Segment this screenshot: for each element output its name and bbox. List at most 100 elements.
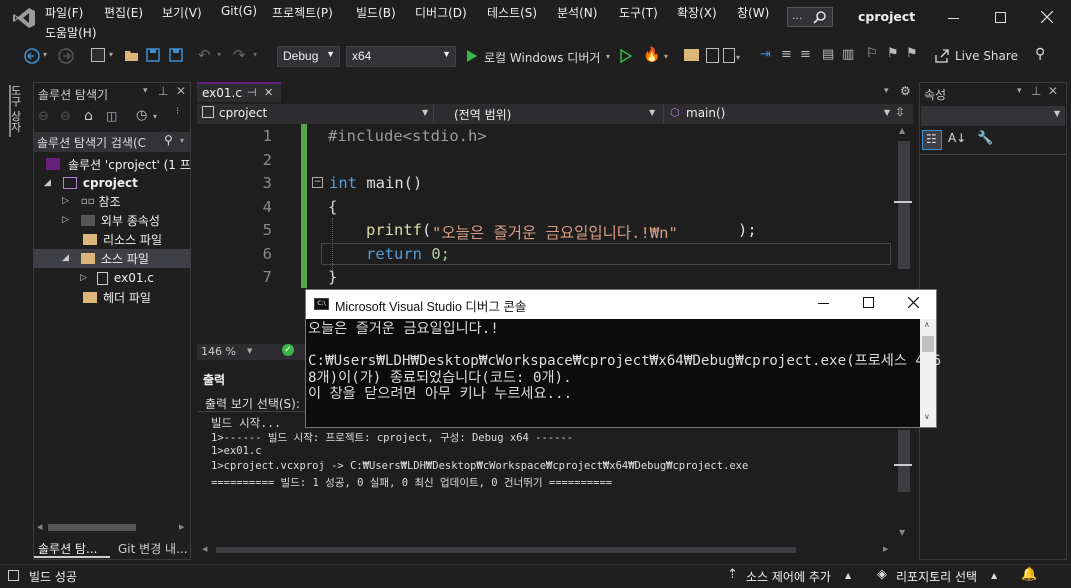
- collapse-arrow-icon[interactable]: ▷: [62, 215, 69, 225]
- sync-back-icon[interactable]: ⊖: [38, 109, 49, 124]
- source-control-button[interactable]: 소스 제어에 추가: [746, 568, 831, 585]
- search-icon[interactable]: ⚲: [164, 133, 173, 147]
- menu-debug[interactable]: 디버그(D): [415, 4, 467, 21]
- collapse-arrow-icon[interactable]: ▷: [80, 273, 87, 283]
- close-icon[interactable]: [1041, 11, 1053, 23]
- tree-external-deps[interactable]: ▷ 외부 종속성: [62, 211, 160, 229]
- align-left-icon[interactable]: ≡: [781, 47, 792, 62]
- nav-scope-select[interactable]: (전역 범위) ▼: [433, 105, 659, 123]
- output-horizontal-scrollbar[interactable]: ◀ ▶: [200, 545, 895, 555]
- tab-solution-explorer[interactable]: 솔루션 탐...: [34, 537, 110, 558]
- console-close-icon[interactable]: [908, 297, 919, 308]
- folder-icon[interactable]: [684, 49, 699, 61]
- menu-file[interactable]: 파일(F): [45, 4, 83, 21]
- panel-menu-icon[interactable]: ▾: [1017, 86, 1022, 96]
- step-icon[interactable]: ⇥: [760, 47, 771, 62]
- minimize-icon[interactable]: [948, 18, 959, 19]
- pin-icon[interactable]: ⊥: [158, 84, 168, 98]
- menu-test[interactable]: 테스트(S): [487, 4, 537, 21]
- bookmark-prev-icon[interactable]: ⚑: [887, 46, 899, 61]
- nav-project-select[interactable]: cproject ▼: [199, 105, 429, 123]
- new-project-icon[interactable]: [91, 48, 105, 62]
- run-button-label[interactable]: 로컬 Windows 디버거: [484, 49, 600, 66]
- save-all-icon[interactable]: [167, 48, 183, 62]
- live-share-button[interactable]: Live Share: [955, 49, 1018, 63]
- menu-project[interactable]: 프로젝트(P): [272, 4, 333, 21]
- menu-view[interactable]: 보기(V): [162, 4, 202, 21]
- home-icon[interactable]: ⌂: [84, 108, 93, 124]
- output-vertical-scrollbar[interactable]: ▼: [894, 412, 913, 542]
- clipboard-icon[interactable]: [706, 48, 719, 63]
- tree-header-files[interactable]: 헤더 파일: [83, 288, 151, 306]
- nav-function-select[interactable]: ⬡ main() ▼: [663, 105, 893, 123]
- platform-select[interactable]: x64 ▼: [346, 46, 456, 67]
- tab-close-icon[interactable]: ✕: [264, 86, 273, 99]
- tree-project[interactable]: ◢ cproject: [44, 174, 138, 192]
- console-maximize-icon[interactable]: [863, 297, 874, 308]
- menu-extensions[interactable]: 확장(X): [677, 4, 717, 21]
- menu-tools[interactable]: 도구(T): [619, 4, 658, 21]
- settings-icon[interactable]: ⚙: [900, 84, 911, 98]
- zoom-level[interactable]: 146 %: [201, 345, 236, 358]
- tree-references[interactable]: ▷ ▫▫ 참조: [62, 192, 121, 210]
- property-pages-icon[interactable]: 🔧: [977, 131, 993, 146]
- tab-git-changes[interactable]: Git 변경 내...: [114, 537, 190, 558]
- tree-file-ex01[interactable]: ▷ ex01.c: [80, 269, 154, 287]
- expand-arrow-icon[interactable]: ◢: [44, 178, 51, 188]
- toolbox-tab[interactable]: 도구 상자: [9, 85, 23, 137]
- scrollbar-thumb[interactable]: [898, 141, 910, 269]
- menu-git[interactable]: Git(G): [221, 4, 257, 18]
- tree-resource-files[interactable]: 리소스 파일: [83, 230, 162, 248]
- document-icon[interactable]: [723, 48, 735, 63]
- configuration-select[interactable]: Debug ▼: [277, 46, 340, 67]
- panel-close-icon[interactable]: ✕: [176, 84, 186, 98]
- bookmark-next-icon[interactable]: ⚑: [906, 46, 918, 61]
- pin-icon[interactable]: ⊣: [247, 86, 257, 99]
- menu-analyze[interactable]: 분석(N): [557, 4, 597, 21]
- notification-icon[interactable]: 🔔: [1021, 567, 1037, 582]
- console-scrollbar[interactable]: ∧ ∨: [920, 319, 936, 427]
- repository-select[interactable]: 리포지토리 선택: [896, 568, 977, 585]
- tab-list-icon[interactable]: ▾: [884, 86, 889, 96]
- save-icon[interactable]: [146, 48, 160, 62]
- switch-view-icon[interactable]: ◫: [106, 109, 117, 123]
- panel-menu-icon[interactable]: ▾: [143, 86, 148, 96]
- console-minimize-icon[interactable]: [818, 303, 829, 304]
- search-box[interactable]: ...: [787, 7, 833, 27]
- tab-ex01[interactable]: ex01.c ⊣ ✕: [197, 82, 281, 102]
- pending-changes-icon[interactable]: ◷: [136, 108, 147, 123]
- feedback-icon[interactable]: ⚲: [1035, 46, 1045, 62]
- bookmark-icon[interactable]: ⚐: [866, 46, 878, 61]
- comment-icon[interactable]: ▤: [822, 47, 834, 62]
- align-right-icon[interactable]: ≡: [800, 47, 811, 62]
- maximize-icon[interactable]: [995, 12, 1006, 23]
- forward-icon[interactable]: [58, 48, 74, 64]
- no-issues-icon[interactable]: ✓: [282, 344, 294, 356]
- menu-edit[interactable]: 편집(E): [104, 4, 143, 21]
- start-debug-icon[interactable]: [466, 49, 478, 63]
- collapse-arrow-icon[interactable]: ▷: [62, 196, 69, 206]
- start-without-debug-icon[interactable]: [620, 49, 632, 63]
- alphabetical-icon[interactable]: A↓: [948, 131, 966, 145]
- split-icon[interactable]: ⇳: [895, 105, 905, 119]
- undo-icon[interactable]: ↶: [198, 46, 211, 64]
- sync-forward-icon[interactable]: ⊖: [60, 109, 71, 124]
- redo-icon[interactable]: ↷: [233, 46, 246, 64]
- tree-solution[interactable]: 솔루션 'cproject' (1 프: [46, 155, 191, 173]
- properties-object-select[interactable]: ▼: [921, 106, 1065, 126]
- tree-source-files[interactable]: ◢ 소스 파일: [62, 249, 149, 267]
- uncomment-icon[interactable]: ▥: [842, 47, 854, 62]
- categorized-icon[interactable]: ☷: [922, 130, 942, 150]
- search-icon[interactable]: [813, 10, 827, 24]
- hot-reload-icon[interactable]: 🔥: [643, 47, 660, 63]
- horizontal-scrollbar[interactable]: [48, 524, 136, 531]
- back-icon[interactable]: [24, 48, 40, 64]
- panel-close-icon[interactable]: ✕: [1048, 84, 1058, 98]
- live-share-icon[interactable]: [935, 49, 949, 63]
- expand-arrow-icon[interactable]: ◢: [62, 253, 69, 263]
- menu-build[interactable]: 빌드(B): [356, 4, 396, 21]
- open-folder-icon[interactable]: [124, 48, 140, 62]
- pin-icon[interactable]: ⊥: [1031, 84, 1041, 98]
- solution-search-input[interactable]: 솔루션 탐색기 검색(C ⚲ ▾: [34, 132, 190, 152]
- collapse-region-icon[interactable]: −: [312, 177, 323, 188]
